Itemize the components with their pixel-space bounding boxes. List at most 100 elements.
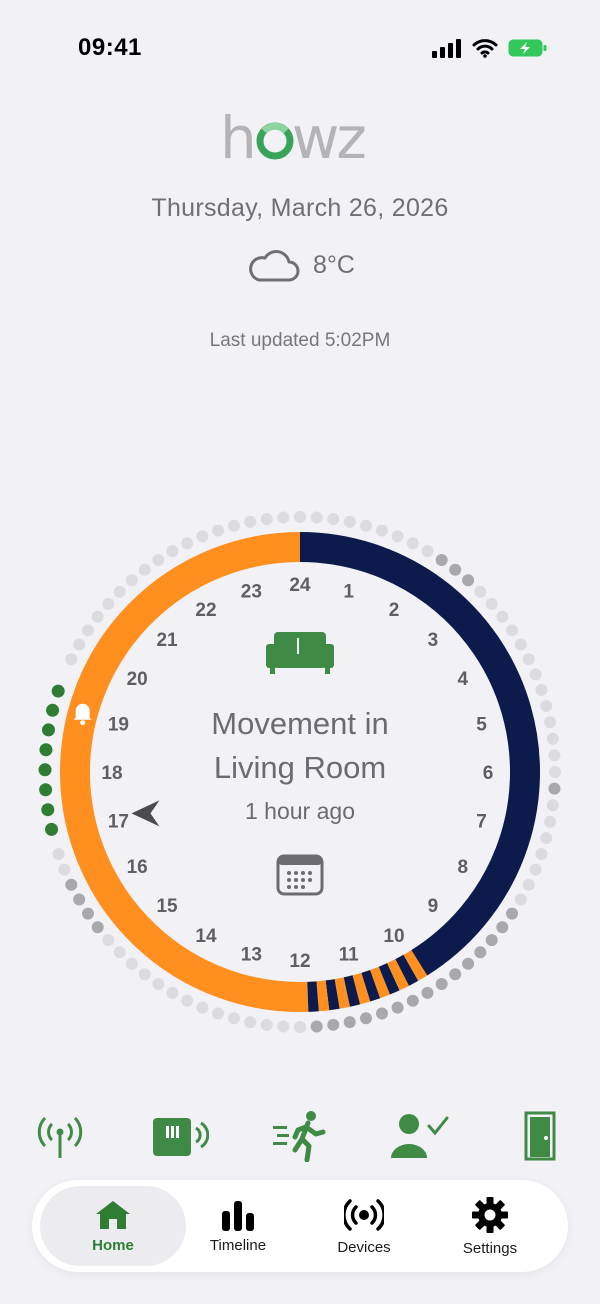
activity-dot [406,537,419,550]
activity-dot [73,638,86,651]
activity-dot [391,1001,404,1014]
tab-devices-label: Devices [337,1238,391,1256]
activity-dot [485,597,498,610]
motion-dot [39,743,53,757]
activity-dot [359,1012,372,1025]
hub-signal-icon[interactable] [34,1108,86,1164]
motion-dot [38,763,52,777]
activity-dot [327,1018,340,1031]
activity-dot [102,597,115,610]
activity-dot [462,574,475,587]
activity-dot [73,893,86,906]
tab-devices[interactable]: Devices [294,1186,434,1266]
activity-dot [421,545,434,558]
date-label: Thursday, March 26, 2026 [151,194,449,222]
tab-home[interactable]: Home [40,1186,186,1266]
plug-sensor-icon[interactable] [150,1108,210,1164]
hour-label: 3 [428,630,439,651]
transition-stripe [395,954,419,986]
cloud-icon [249,250,300,282]
hour-label: 6 [483,763,494,784]
activity-dot [294,1021,306,1033]
transition-stripe [343,975,361,1007]
door-sensor-icon[interactable] [518,1108,562,1164]
activity-dot [474,946,487,959]
activity-dot [435,978,448,991]
home-icon [96,1200,130,1229]
activity-dot [522,653,535,666]
activity-dot [549,766,561,778]
hour-label: 5 [476,714,487,735]
transition-stripe [387,959,409,991]
status-time: 09:41 [78,34,142,61]
activity-dot [65,878,78,891]
activity-dot [375,1007,388,1020]
sofa-icon [264,630,336,676]
hour-label: 10 [383,926,404,947]
activity-dot [65,653,78,666]
activity-dot [228,519,241,532]
hour-label: 18 [101,763,122,784]
transition-stripe [334,977,350,1009]
activity-dot [327,513,340,526]
tab-timeline[interactable]: Timeline [168,1186,308,1266]
tab-settings-label: Settings [462,1239,518,1257]
activity-dot [546,799,559,812]
hour-label: 17 [108,812,129,833]
activity-dot [113,946,126,959]
activity-dot [91,610,104,623]
calendar-icon[interactable] [276,852,324,896]
activity-dot [58,863,71,876]
motion-sensor-icon[interactable] [270,1108,330,1164]
activity-dot [244,515,257,528]
hour-label: 13 [241,945,262,966]
activity-dot [52,847,65,860]
activity-dot [546,732,559,745]
hour-label: 9 [428,896,439,917]
tab-settings[interactable]: Settings [420,1186,560,1266]
activity-dot [277,511,290,524]
person-check-icon[interactable] [388,1108,452,1164]
tab-timeline-label: Timeline [209,1236,267,1254]
activity-dot [81,907,94,920]
cellular-signal-icon [432,39,461,58]
activity-dot [514,893,527,906]
movement-time-ago: 1 hour ago [245,798,355,824]
svg-text:wz: wz [292,108,364,168]
hour-label: 12 [289,951,310,972]
activity-dot [310,511,323,524]
hour-label: 15 [156,896,178,917]
activity-dot [138,563,151,576]
gear-icon [472,1196,508,1233]
activity-dot [506,624,519,637]
activity-dot [91,921,104,934]
svg-text:h: h [220,108,255,168]
hour-label: 7 [476,812,487,833]
activity-dot [166,545,179,558]
movement-title: Movement in Living Room [150,702,450,790]
tab-home-label: Home [92,1236,134,1254]
activity-dot [496,610,509,623]
broadcast-icon [344,1198,384,1231]
device-status-row [0,1108,600,1168]
tab-bar: Home Timeline Devices Settings [32,1180,568,1272]
activity-dot [359,519,372,532]
activity-dot [196,1001,209,1014]
hour-label: 1 [343,581,354,602]
activity-dot [196,530,209,543]
transition-stripe [325,979,340,1011]
logo-mark: h wz [220,104,367,172]
activity-dot [540,831,553,844]
hour-label: 21 [156,630,178,651]
transition-stripe [370,966,390,999]
motion-dot [46,703,60,717]
activity-dot [212,524,225,537]
howz-logo: h wz [0,104,600,173]
activity-dot [125,574,138,587]
status-icons [432,38,548,58]
activity-dot [391,530,404,543]
activity-dot [548,749,561,762]
hour-label: 4 [458,669,469,690]
hour-label: 23 [241,581,262,602]
activity-dot [449,968,462,981]
